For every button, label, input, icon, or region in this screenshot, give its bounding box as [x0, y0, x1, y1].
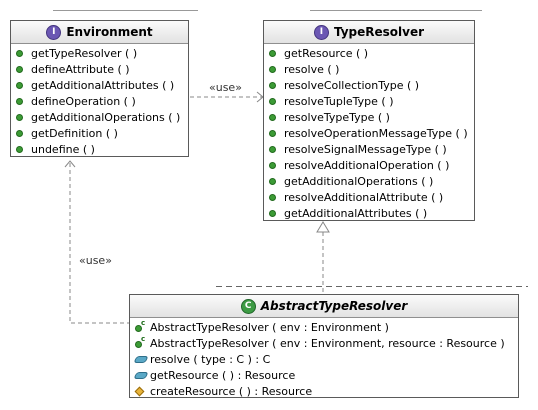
method-label: resolveSignalMessageType ( )	[284, 143, 447, 157]
method-label: resolveOperationMessageType ( )	[284, 127, 468, 141]
environment-class-box[interactable]: I Environment getTypeResolver ( ) define…	[10, 20, 189, 157]
member-label: getResource ( ) : Resource	[150, 368, 296, 382]
member-row[interactable]: createResource ( ) : Resource	[130, 383, 518, 399]
public-method-icon	[16, 130, 30, 138]
use-label-1: «use»	[209, 81, 242, 94]
method-label: resolveTupleType ( )	[284, 94, 394, 108]
public-method-icon	[16, 146, 30, 154]
member-label: createResource ( ) : Resource	[150, 384, 313, 398]
method-row[interactable]: getResource ( )	[264, 45, 474, 61]
abstracttyperesolver-name: AbstractTypeResolver	[260, 299, 408, 313]
realization-arrowhead	[316, 221, 330, 233]
abstract-tab-dash	[216, 286, 528, 287]
method-label: getAdditionalAttributes ( )	[31, 78, 175, 92]
use-link-abstract-environment	[69, 161, 138, 324]
method-row[interactable]: resolveTypeType ( )	[264, 109, 474, 125]
method-row[interactable]: resolveSignalMessageType ( )	[264, 142, 474, 158]
method-label: getTypeResolver ( )	[31, 46, 138, 60]
method-label: resolveCollectionType ( )	[284, 78, 420, 92]
environment-header: I Environment	[11, 21, 188, 44]
public-method-icon	[16, 81, 30, 89]
public-method-icon	[269, 210, 283, 218]
method-row[interactable]: defineAttribute ( )	[11, 61, 188, 77]
method-row[interactable]: getAdditionalAttributes ( )	[11, 77, 188, 93]
constructor-icon: c	[135, 319, 149, 333]
method-label: resolveAdditionalAttribute ( )	[284, 191, 444, 205]
public-method-icon	[16, 113, 30, 121]
method-row[interactable]: getAdditionalOperations ( )	[264, 174, 474, 190]
typeresolver-tab	[310, 10, 482, 16]
public-method-icon	[133, 371, 149, 379]
member-label: AbstractTypeResolver ( env : Environment…	[150, 336, 505, 350]
public-method-icon	[269, 194, 283, 202]
method-label: getAdditionalOperations ( )	[284, 175, 434, 189]
public-method-icon	[133, 355, 149, 363]
interface-icon: I	[46, 24, 62, 40]
method-label: defineAttribute ( )	[31, 62, 130, 76]
public-method-icon	[269, 97, 283, 105]
abstracttyperesolver-members: c AbstractTypeResolver ( env : Environmen…	[130, 318, 518, 399]
method-label: getDefinition ( )	[31, 127, 118, 141]
method-row[interactable]: resolveOperationMessageType ( )	[264, 125, 474, 141]
member-row[interactable]: getResource ( ) : Resource	[130, 367, 518, 383]
method-label: resolveTypeType ( )	[284, 110, 390, 124]
method-row[interactable]: resolve ( )	[264, 61, 474, 77]
public-method-icon	[269, 162, 283, 170]
environment-name: Environment	[66, 25, 153, 39]
abstracttyperesolver-class-box[interactable]: C AbstractTypeResolver c AbstractTypeReso…	[129, 294, 519, 398]
method-row[interactable]: resolveAdditionalOperation ( )	[264, 158, 474, 174]
method-row[interactable]: resolveTupleType ( )	[264, 93, 474, 109]
method-row[interactable]: undefine ( )	[11, 142, 188, 158]
protected-method-icon	[134, 386, 149, 397]
constructor-icon: c	[135, 335, 149, 349]
environment-methods: getTypeResolver ( ) defineAttribute ( ) …	[11, 44, 188, 158]
public-method-icon	[269, 113, 283, 121]
method-row[interactable]: getAdditionalAttributes ( )	[264, 206, 474, 222]
typeresolver-header: I TypeResolver	[264, 21, 474, 44]
method-label: getAdditionalAttributes ( )	[284, 207, 428, 221]
public-method-icon	[16, 65, 30, 73]
public-method-icon	[16, 49, 30, 57]
typeresolver-methods: getResource ( ) resolve ( ) resolveColle…	[264, 44, 474, 222]
environment-tab	[53, 10, 198, 16]
method-row[interactable]: resolveCollectionType ( )	[264, 77, 474, 93]
member-label: resolve ( type : C ) : C	[150, 352, 271, 366]
method-label: getResource ( )	[284, 46, 369, 60]
public-method-icon	[269, 130, 283, 138]
typeresolver-class-box[interactable]: I TypeResolver getResource ( ) resolve (…	[263, 20, 475, 221]
public-method-icon	[16, 97, 30, 105]
method-label: resolveAdditionalOperation ( )	[284, 159, 450, 173]
method-label: getAdditionalOperations ( )	[31, 110, 181, 124]
interface-icon: I	[313, 24, 329, 40]
public-method-icon	[269, 146, 283, 154]
method-row[interactable]: defineOperation ( )	[11, 93, 188, 109]
abstracttyperesolver-header: C AbstractTypeResolver	[130, 295, 518, 318]
method-row[interactable]: getTypeResolver ( )	[11, 45, 188, 61]
method-row[interactable]: getDefinition ( )	[11, 125, 188, 141]
public-method-icon	[269, 49, 283, 57]
use-label-2: «use»	[79, 254, 112, 267]
method-row[interactable]: getAdditionalOperations ( )	[11, 109, 188, 125]
method-label: undefine ( )	[31, 143, 95, 157]
typeresolver-name: TypeResolver	[333, 25, 425, 39]
public-method-icon	[269, 178, 283, 186]
member-row[interactable]: c AbstractTypeResolver ( env : Environmen…	[130, 335, 518, 351]
public-method-icon	[269, 81, 283, 89]
method-label: resolve ( )	[284, 62, 340, 76]
member-row[interactable]: c AbstractTypeResolver ( env : Environmen…	[130, 319, 518, 335]
member-label: AbstractTypeResolver ( env : Environment…	[150, 320, 389, 334]
member-row[interactable]: resolve ( type : C ) : C	[130, 351, 518, 367]
method-row[interactable]: resolveAdditionalAttribute ( )	[264, 190, 474, 206]
method-label: defineOperation ( )	[31, 94, 136, 108]
class-icon: C	[240, 298, 256, 314]
public-method-icon	[269, 65, 283, 73]
